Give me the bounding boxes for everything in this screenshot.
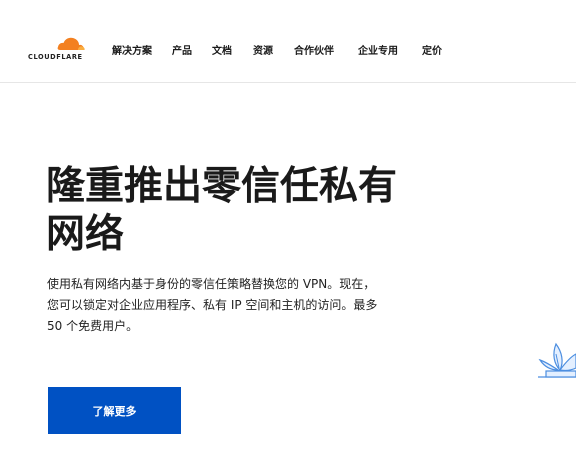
page: CLOUDFLARE 解决方案 产品 文档 资源 合作伙伴 企业专用 定价 隆重… <box>0 0 576 458</box>
nav-item-solutions[interactable]: 解决方案 <box>112 42 152 57</box>
learn-more-button[interactable]: 了解更多 <box>48 387 181 434</box>
description-line: 您可以锁定对企业应用程序、私有 IP 空间和主机的访问。最多 <box>47 298 378 312</box>
nav-item-enterprise[interactable]: 企业专用 <box>358 42 398 57</box>
nav-item-docs[interactable]: 文档 <box>212 42 232 57</box>
logo-wordmark: CLOUDFLARE <box>28 53 83 61</box>
nav-item-products[interactable]: 产品 <box>172 42 192 57</box>
description-line: 使用私有网络内基于身份的零信任策略替换您的 VPN。现在， <box>47 277 376 291</box>
description-line: 50 个免费用户。 <box>47 319 139 333</box>
nav-item-pricing[interactable]: 定价 <box>422 42 442 57</box>
hero-description: 使用私有网络内基于身份的零信任策略替换您的 VPN。现在， 您可以锁定对企业应用… <box>47 274 427 337</box>
nav-item-resources[interactable]: 资源 <box>253 42 273 57</box>
cloud-logo-icon <box>57 37 85 50</box>
site-header: CLOUDFLARE 解决方案 产品 文档 资源 合作伙伴 企业专用 定价 <box>0 0 576 83</box>
headline-line: 网络 <box>46 212 125 257</box>
plant-illustration <box>536 330 576 390</box>
hero-headline: 隆重推出零信任私有 网络 <box>46 163 446 259</box>
headline-line: 隆重推出零信任私有 <box>46 164 398 209</box>
plant-leaves-icon <box>538 342 576 378</box>
nav-item-partners[interactable]: 合作伙伴 <box>294 42 334 57</box>
cloudflare-logo[interactable]: CLOUDFLARE <box>28 34 94 62</box>
